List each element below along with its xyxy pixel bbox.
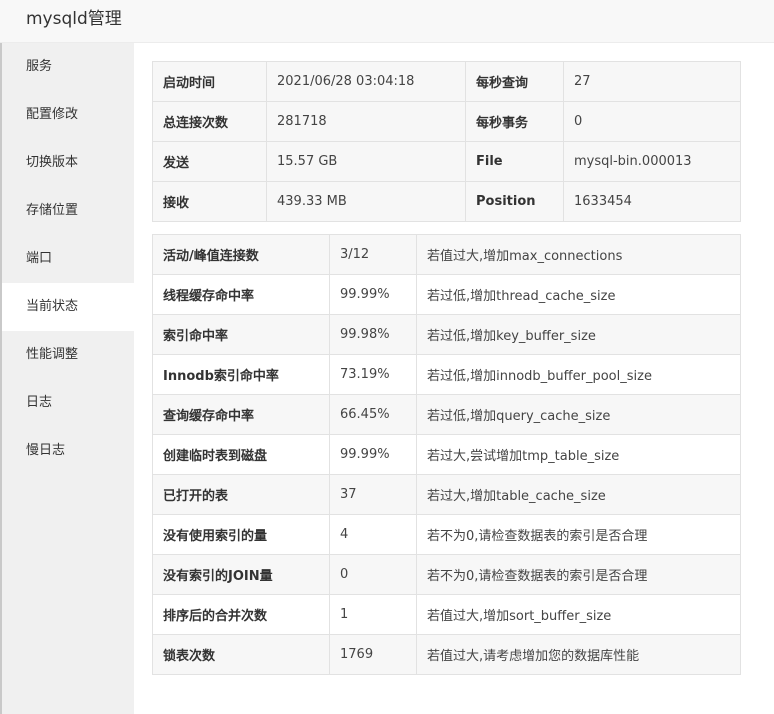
info-value: 15.57 GB bbox=[266, 141, 466, 182]
table-row: 线程缓存命中率 99.99% 若过低,增加thread_cache_size bbox=[152, 274, 741, 315]
stat-hint: 若值过大,请考虑增加您的数据库性能 bbox=[416, 634, 741, 675]
stat-name: 没有使用索引的量 bbox=[152, 514, 330, 555]
title-bar: mysqld管理 bbox=[0, 0, 774, 43]
stat-hint: 若过大,尝试增加tmp_table_size bbox=[416, 434, 741, 475]
table-row: 查询缓存命中率 66.45% 若过低,增加query_cache_size bbox=[152, 394, 741, 435]
stat-hint: 若过低,增加innodb_buffer_pool_size bbox=[416, 354, 741, 395]
stat-value: 66.45% bbox=[329, 394, 417, 435]
sidebar: 服务 配置修改 切换版本 存储位置 端口 当前状态 性能调整 日志 慢日志 bbox=[0, 43, 134, 714]
table-row: 已打开的表 37 若过大,增加table_cache_size bbox=[152, 474, 741, 515]
stat-value: 37 bbox=[329, 474, 417, 515]
info-key: 每秒事务 bbox=[465, 101, 564, 142]
info-key: Position bbox=[465, 181, 564, 222]
stat-hint: 若不为0,请检查数据表的索引是否合理 bbox=[416, 514, 741, 555]
stat-value: 73.19% bbox=[329, 354, 417, 395]
stat-hint: 若值过大,增加max_connections bbox=[416, 234, 741, 275]
info-value: 439.33 MB bbox=[266, 181, 466, 222]
info-value: 281718 bbox=[266, 101, 466, 142]
stat-value: 99.98% bbox=[329, 314, 417, 355]
stat-name: 已打开的表 bbox=[152, 474, 330, 515]
performance-stats-table: 活动/峰值连接数 3/12 若值过大,增加max_connections 线程缓… bbox=[152, 234, 741, 675]
info-key: 启动时间 bbox=[152, 61, 267, 102]
sidebar-item-current-status[interactable]: 当前状态 bbox=[2, 283, 134, 331]
stat-value: 3/12 bbox=[329, 234, 417, 275]
stat-name: 没有索引的JOIN量 bbox=[152, 554, 330, 595]
status-content: 启动时间 2021/06/28 03:04:18 每秒查询 27 总连接次数 2… bbox=[152, 61, 741, 675]
sidebar-item-log[interactable]: 日志 bbox=[2, 379, 134, 427]
table-row: 没有使用索引的量 4 若不为0,请检查数据表的索引是否合理 bbox=[152, 514, 741, 555]
info-value: mysql-bin.000013 bbox=[563, 141, 741, 182]
stat-hint: 若值过大,增加sort_buffer_size bbox=[416, 594, 741, 635]
info-value: 27 bbox=[563, 61, 741, 102]
stat-name: 查询缓存命中率 bbox=[152, 394, 330, 435]
stat-hint: 若过低,增加query_cache_size bbox=[416, 394, 741, 435]
stat-name: 索引命中率 bbox=[152, 314, 330, 355]
table-row: 排序后的合并次数 1 若值过大,增加sort_buffer_size bbox=[152, 594, 741, 635]
table-row: 发送 15.57 GB File mysql-bin.000013 bbox=[152, 141, 741, 182]
sidebar-item-switch-version[interactable]: 切换版本 bbox=[2, 139, 134, 187]
stat-name: 线程缓存命中率 bbox=[152, 274, 330, 315]
sidebar-item-port[interactable]: 端口 bbox=[2, 235, 134, 283]
stat-value: 99.99% bbox=[329, 434, 417, 475]
table-row: 索引命中率 99.98% 若过低,增加key_buffer_size bbox=[152, 314, 741, 355]
table-row: 创建临时表到磁盘 99.99% 若过大,尝试增加tmp_table_size bbox=[152, 434, 741, 475]
stat-hint: 若过低,增加thread_cache_size bbox=[416, 274, 741, 315]
sidebar-item-config[interactable]: 配置修改 bbox=[2, 91, 134, 139]
sidebar-item-performance[interactable]: 性能调整 bbox=[2, 331, 134, 379]
stat-name: 锁表次数 bbox=[152, 634, 330, 675]
stat-value: 1 bbox=[329, 594, 417, 635]
server-info-table: 启动时间 2021/06/28 03:04:18 每秒查询 27 总连接次数 2… bbox=[152, 61, 741, 222]
stat-value: 4 bbox=[329, 514, 417, 555]
info-key: 总连接次数 bbox=[152, 101, 267, 142]
stat-value: 1769 bbox=[329, 634, 417, 675]
stat-name: 活动/峰值连接数 bbox=[152, 234, 330, 275]
mysqld-manager-window: mysqld管理 服务 配置修改 切换版本 存储位置 端口 当前状态 性能调整 … bbox=[0, 0, 774, 714]
info-key: File bbox=[465, 141, 564, 182]
stat-hint: 若不为0,请检查数据表的索引是否合理 bbox=[416, 554, 741, 595]
table-row: Innodb索引命中率 73.19% 若过低,增加innodb_buffer_p… bbox=[152, 354, 741, 395]
info-value: 1633454 bbox=[563, 181, 741, 222]
sidebar-item-storage-location[interactable]: 存储位置 bbox=[2, 187, 134, 235]
table-row: 启动时间 2021/06/28 03:04:18 每秒查询 27 bbox=[152, 61, 741, 102]
info-key: 每秒查询 bbox=[465, 61, 564, 102]
stat-name: Innodb索引命中率 bbox=[152, 354, 330, 395]
stat-name: 排序后的合并次数 bbox=[152, 594, 330, 635]
stat-value: 0 bbox=[329, 554, 417, 595]
sidebar-item-slow-log[interactable]: 慢日志 bbox=[2, 427, 134, 475]
info-value: 2021/06/28 03:04:18 bbox=[266, 61, 466, 102]
sidebar-item-service[interactable]: 服务 bbox=[2, 43, 134, 91]
stat-hint: 若过低,增加key_buffer_size bbox=[416, 314, 741, 355]
info-key: 发送 bbox=[152, 141, 267, 182]
table-row: 总连接次数 281718 每秒事务 0 bbox=[152, 101, 741, 142]
table-row: 锁表次数 1769 若值过大,请考虑增加您的数据库性能 bbox=[152, 634, 741, 675]
stat-hint: 若过大,增加table_cache_size bbox=[416, 474, 741, 515]
window-title: mysqld管理 bbox=[26, 9, 122, 29]
info-value: 0 bbox=[563, 101, 741, 142]
table-row: 没有索引的JOIN量 0 若不为0,请检查数据表的索引是否合理 bbox=[152, 554, 741, 595]
table-row: 活动/峰值连接数 3/12 若值过大,增加max_connections bbox=[152, 234, 741, 275]
stat-name: 创建临时表到磁盘 bbox=[152, 434, 330, 475]
info-key: 接收 bbox=[152, 181, 267, 222]
stat-value: 99.99% bbox=[329, 274, 417, 315]
table-row: 接收 439.33 MB Position 1633454 bbox=[152, 181, 741, 222]
